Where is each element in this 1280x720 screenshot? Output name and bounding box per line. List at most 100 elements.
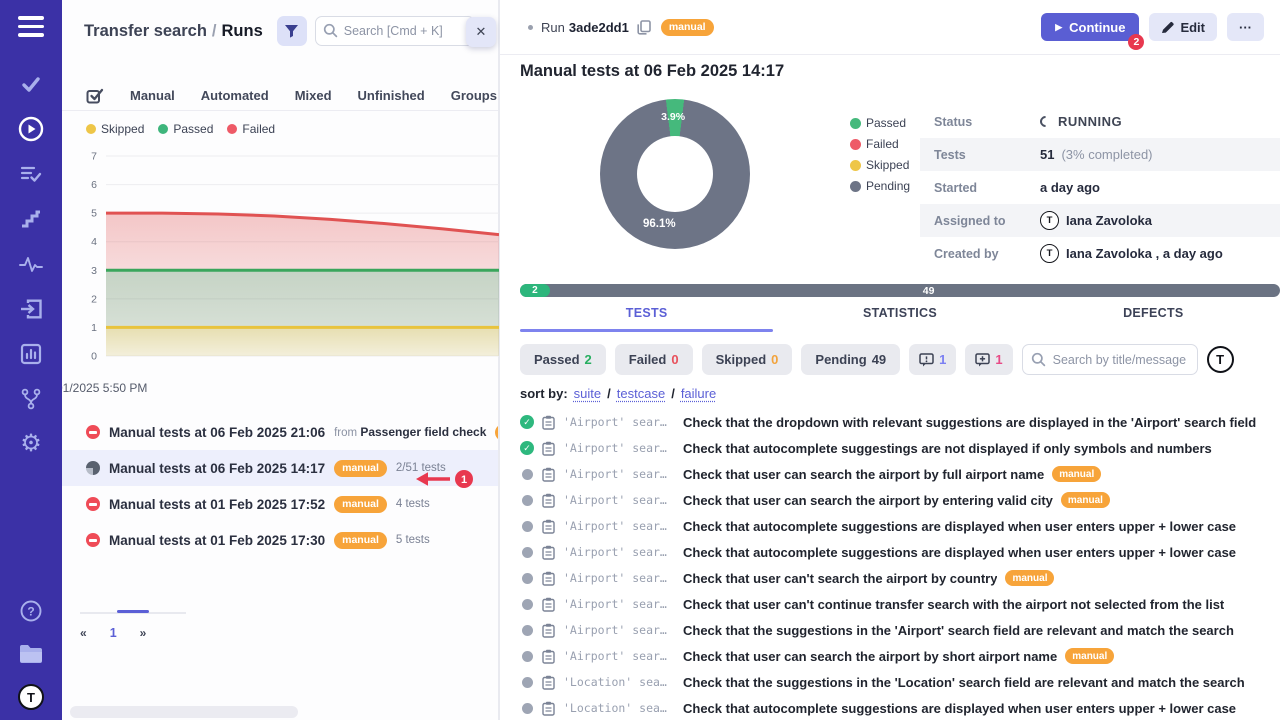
manual-badge: manual (334, 460, 387, 477)
runs-play-circle-icon[interactable] (18, 116, 44, 142)
test-row[interactable]: 'Location' sea… Check that the suggestio… (520, 669, 1280, 695)
reports-bar-chart-icon[interactable] (18, 341, 44, 367)
comments-filter-chip[interactable]: 1 (909, 344, 956, 375)
svg-text:7: 7 (91, 151, 97, 163)
manual-badge: manual (1065, 648, 1114, 664)
runs-tab[interactable]: Groups (451, 88, 497, 103)
horizontal-scrollbar[interactable] (70, 706, 298, 718)
tests-search-input[interactable] (1022, 344, 1198, 375)
svg-text:4: 4 (91, 236, 97, 248)
integrations-branch-icon[interactable] (18, 386, 44, 412)
run-tests-count: 4 tests (396, 498, 430, 510)
pagination-next-button[interactable]: » (140, 626, 147, 640)
runs-tab[interactable]: Mixed (295, 88, 332, 103)
more-actions-button[interactable]: ··· (1227, 13, 1264, 41)
test-row[interactable]: 'Airport' sear… Check that autocomplete … (520, 513, 1280, 539)
manual-badge: manual (1052, 466, 1101, 482)
test-pending-icon (522, 469, 533, 480)
info-label: Assigned to (934, 214, 1040, 228)
result-filters: Passed2 Failed0 Skipped0 Pending49 1 1 (520, 344, 1234, 375)
pagination-page-1[interactable]: 1 (110, 626, 117, 640)
test-row[interactable]: 'Airport' sear… Check that the suggestio… (520, 617, 1280, 643)
detail-tab[interactable]: TESTS (520, 306, 773, 332)
test-row[interactable]: ✓ 'Airport' sear… Check that the dropdow… (520, 409, 1280, 435)
result-filter-chip[interactable]: Skipped0 (702, 344, 793, 375)
donut-pending-label: 96.1% (643, 218, 676, 230)
test-plans-icon[interactable] (18, 161, 44, 187)
select-runs-icon[interactable] (86, 87, 104, 104)
menu-icon[interactable] (18, 16, 44, 37)
test-pending-icon (522, 521, 533, 532)
test-suite: 'Airport' sear… (563, 441, 675, 455)
run-row[interactable]: Manual tests at 06 Feb 2025 21:06 from P… (62, 414, 498, 450)
breadcrumb: Transfer search/Runs (84, 22, 263, 41)
test-suite: 'Airport' sear… (563, 649, 675, 663)
run-row[interactable]: Manual tests at 01 Feb 2025 17:30 manual… (62, 522, 498, 558)
runs-filter-tabs: Manual Automated Mixed Unfinished Groups (62, 80, 498, 111)
requirements-signin-icon[interactable] (18, 296, 44, 322)
run-title: Manual tests at 01 Feb 2025 17:52 (109, 497, 325, 512)
legend-item: Passed (850, 116, 910, 130)
activity-pulse-icon[interactable] (18, 251, 44, 277)
test-row[interactable]: ✓ 'Airport' sear… Check that autocomplet… (520, 435, 1280, 461)
svg-text:2: 2 (91, 293, 97, 305)
test-row[interactable]: 'Airport' sear… Check that autocomplete … (520, 539, 1280, 565)
test-row[interactable]: 'Airport' sear… Check that user can sear… (520, 461, 1280, 487)
filter-button[interactable] (277, 16, 307, 46)
comment-icon (919, 353, 934, 367)
test-title: Check that the suggestions in the 'Locat… (683, 675, 1245, 690)
runs-tab[interactable]: Manual (130, 88, 175, 103)
test-row[interactable]: 'Airport' sear… Check that user can't co… (520, 591, 1280, 617)
attachments-filter-chip[interactable]: 1 (965, 344, 1012, 375)
run-in-progress-icon (86, 461, 100, 475)
testcase-clipboard-icon (542, 623, 555, 638)
runs-list-panel: Transfer search/Runs ✕ Manual Automated Mi… (62, 0, 500, 720)
run-stopped-icon (86, 497, 100, 511)
close-icon[interactable]: ✕ (466, 17, 496, 47)
settings-gear-icon[interactable]: ⚙ (18, 431, 44, 457)
test-row[interactable]: 'Airport' sear… Check that user can sear… (520, 487, 1280, 513)
runs-tab[interactable]: Automated (201, 88, 269, 103)
run-tests-count: 5 tests (396, 534, 430, 546)
breadcrumb-project[interactable]: Transfer search (84, 22, 207, 40)
svg-text:5: 5 (91, 208, 97, 220)
user-avatar: T (1040, 244, 1059, 263)
copy-icon[interactable] (637, 20, 651, 35)
test-pending-icon (522, 547, 533, 558)
help-icon[interactable]: ? (18, 598, 44, 624)
running-spinner-icon (1038, 114, 1054, 130)
legend-dot (850, 181, 861, 192)
result-filter-chip[interactable]: Passed2 (520, 344, 606, 375)
test-row[interactable]: 'Airport' sear… Check that user can't se… (520, 565, 1280, 591)
search-input[interactable] (315, 16, 475, 46)
result-filter-chip[interactable]: Failed0 (615, 344, 693, 375)
assignee-avatar[interactable]: T (1207, 346, 1234, 373)
pencil-icon (1161, 21, 1174, 34)
funnel-icon (284, 24, 299, 38)
tests-list: ✓ 'Airport' sear… Check that the dropdow… (520, 409, 1280, 720)
detail-tab[interactable]: DEFECTS (1027, 306, 1280, 332)
result-filter-chip[interactable]: Pending49 (801, 344, 900, 375)
sort-option[interactable]: testcase (617, 386, 665, 401)
runs-tab[interactable]: Unfinished (358, 88, 425, 103)
continue-button[interactable]: ▶ Continue 2 (1041, 13, 1139, 41)
pagination-active-indicator (117, 610, 149, 613)
milestones-steps-icon[interactable] (18, 206, 44, 232)
pagination-prev-button[interactable]: « (80, 626, 87, 640)
legend-dot (850, 160, 861, 171)
svg-text:1: 1 (91, 322, 97, 334)
test-row[interactable]: 'Airport' sear… Check that user can sear… (520, 643, 1280, 669)
test-pending-icon (522, 703, 533, 714)
test-pending-icon (522, 573, 533, 584)
sort-option[interactable]: failure (681, 386, 716, 401)
detail-tab[interactable]: STATISTICS (773, 306, 1026, 332)
test-title: Check that autocomplete suggestions are … (683, 701, 1236, 716)
docs-folder-icon[interactable] (18, 641, 44, 667)
sort-option[interactable]: suite (574, 386, 601, 401)
workspace-avatar[interactable]: T (18, 684, 44, 710)
info-value: 51 (1040, 147, 1054, 162)
testcases-check-icon[interactable] (18, 71, 44, 97)
edit-button[interactable]: Edit (1149, 13, 1217, 41)
test-row[interactable]: 'Location' sea… Check that autocomplete … (520, 695, 1280, 720)
runs-trend-chart: 76543210 (76, 146, 499, 378)
